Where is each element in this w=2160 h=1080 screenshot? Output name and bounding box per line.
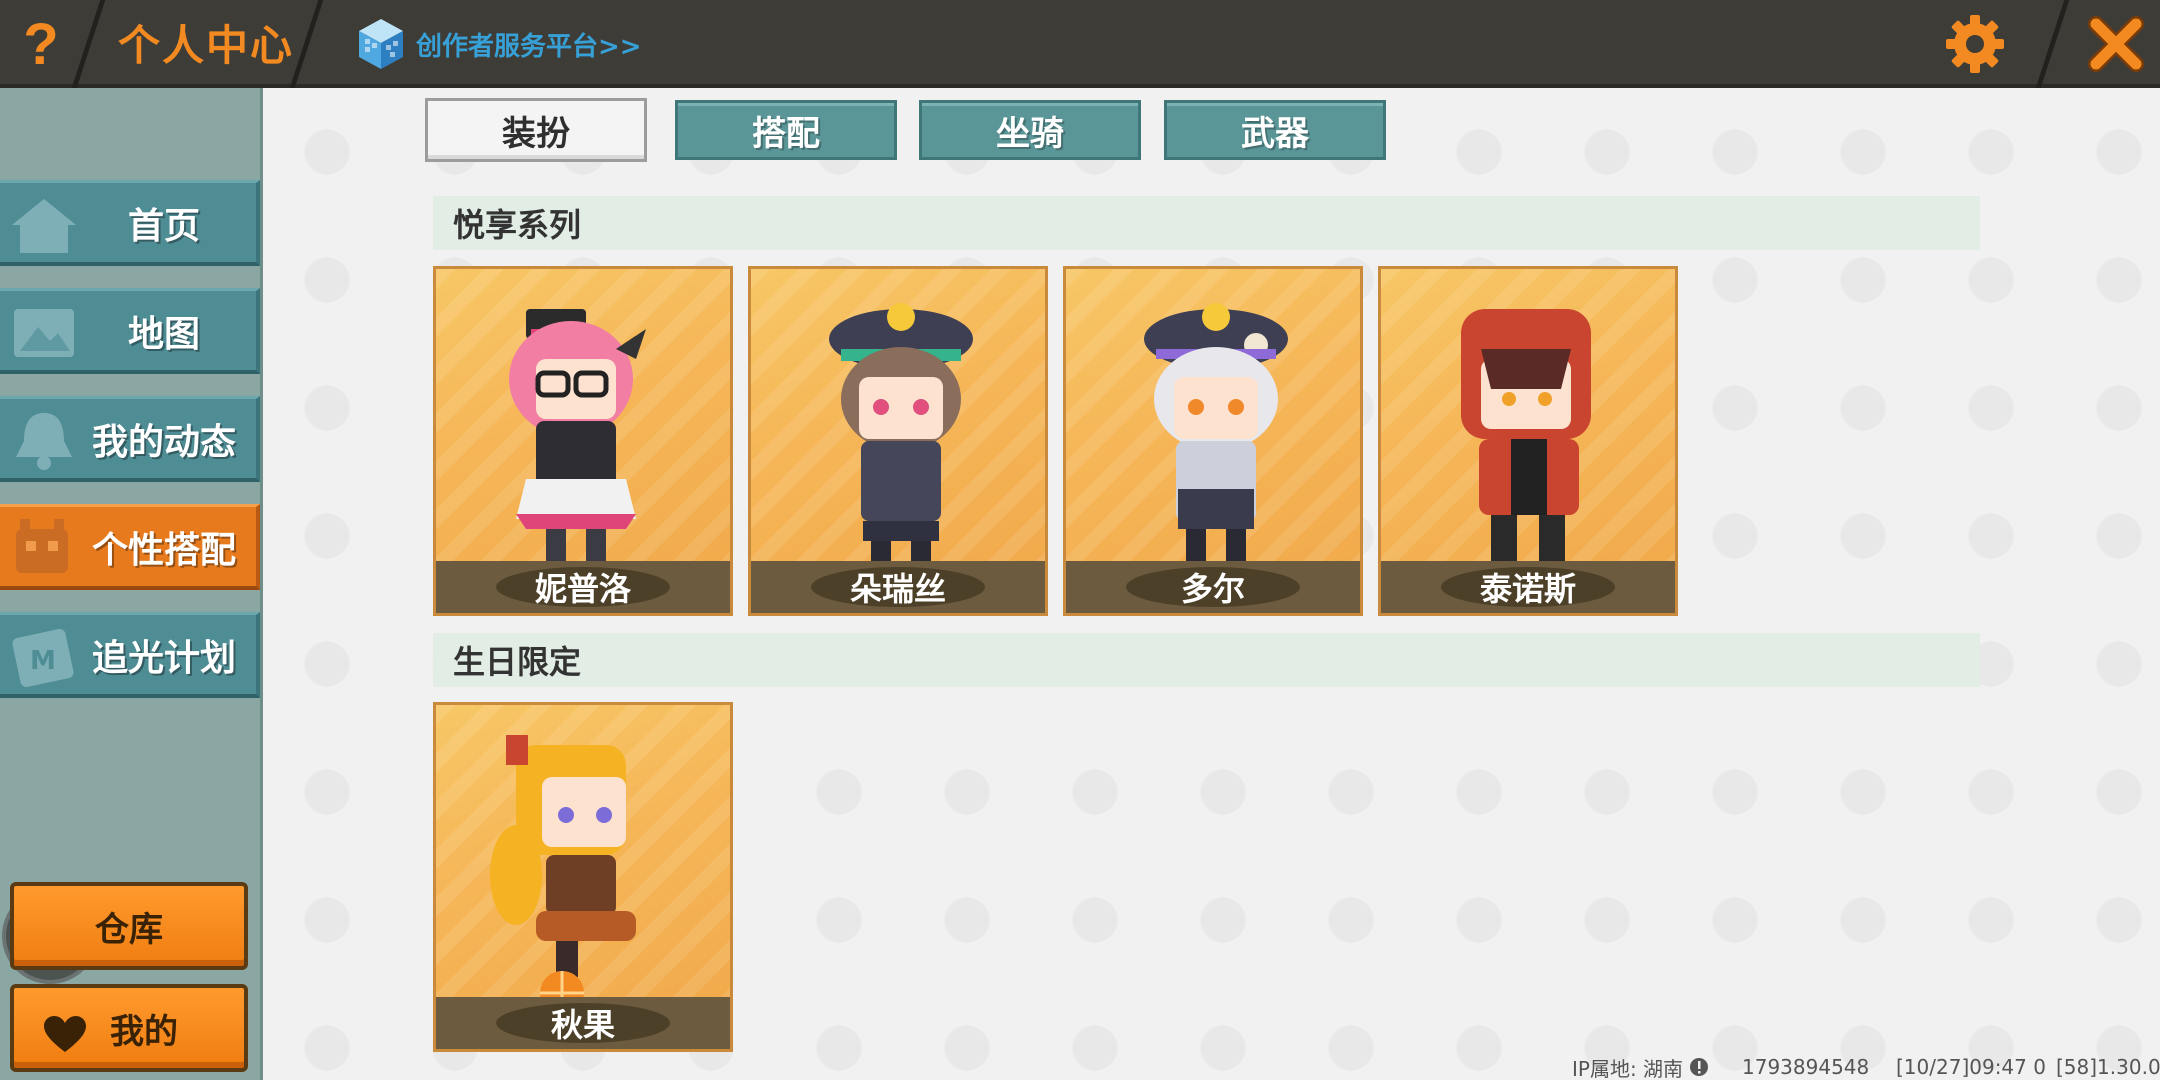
sidebar-item-feed[interactable]: 我的动态: [0, 396, 260, 482]
character-portrait: [1144, 303, 1288, 573]
svg-text:M: M: [30, 646, 56, 676]
character-portrait: [829, 303, 973, 575]
card-name: 秋果: [436, 997, 730, 1049]
close-icon: [2088, 16, 2144, 72]
sidebar: 首页 地图 我的动态 个性搭配 M 追光计划 仓库 我的: [0, 88, 263, 1080]
section-header: 悦享系列: [433, 196, 1980, 250]
plan-icon: M: [12, 629, 74, 687]
character-icon: [16, 519, 68, 573]
page-title: 个人中心: [118, 20, 295, 70]
cube-icon: [359, 19, 403, 69]
bell-icon: [16, 413, 72, 470]
creator-platform-link[interactable]: 创作者服务平台>>: [356, 14, 642, 74]
sidebar-item-label: 追光计划: [91, 638, 236, 679]
main-content: 装扮 搭配 坐骑 武器 悦享系列 妮普洛 朵瑞丝 多尔 泰诺斯 生日限定 秋果: [263, 88, 2160, 1080]
heart-icon: [44, 1016, 86, 1052]
close-button[interactable]: [2072, 0, 2160, 88]
house-icon: [12, 199, 76, 253]
sidebar-item-home[interactable]: 首页: [0, 180, 260, 266]
skin-card[interactable]: 秋果: [433, 702, 733, 1052]
sidebar-item-plan[interactable]: M 追光计划: [0, 612, 260, 698]
ip-location: IP属地: 湖南: [1572, 1054, 1709, 1080]
sidebar-item-label: 首页: [127, 206, 200, 247]
help-icon: ?: [23, 11, 59, 77]
gear-icon: [1946, 15, 2004, 73]
warehouse-button[interactable]: 仓库: [10, 882, 248, 970]
sidebar-item-label: 个性搭配: [91, 530, 236, 571]
character-portrait: [509, 309, 646, 569]
skin-card[interactable]: 多尔: [1063, 266, 1363, 616]
section-header: 生日限定: [433, 633, 1980, 687]
top-bar: ? 个人中心 创作者服务平台>>: [0, 0, 2160, 88]
help-button[interactable]: ?: [0, 0, 82, 88]
tab-costume[interactable]: 装扮: [425, 98, 647, 162]
tab-weapon[interactable]: 武器: [1164, 100, 1386, 160]
divider: [82, 0, 96, 88]
user-id: 1793894548: [1742, 1055, 1870, 1079]
map-icon: [14, 309, 74, 357]
info-icon[interactable]: [1689, 1057, 1709, 1077]
character-portrait: [490, 735, 636, 1015]
character-portrait: [1461, 309, 1591, 565]
warehouse-label: 仓库: [95, 909, 163, 950]
sidebar-item-outfit[interactable]: 个性搭配: [0, 504, 260, 590]
sidebar-item-label: 我的动态: [91, 422, 236, 463]
card-name: 多尔: [1066, 561, 1360, 613]
settings-button[interactable]: [1940, 10, 2010, 78]
tab-mount[interactable]: 坐骑: [919, 100, 1141, 160]
version-label: [58]1.30.0: [2056, 1055, 2160, 1079]
creator-platform-label: 创作者服务平台>>: [416, 31, 642, 62]
skin-card[interactable]: 妮普洛: [433, 266, 733, 616]
skin-card[interactable]: 朵瑞丝: [748, 266, 1048, 616]
build-timestamp: [10/27]09:47 0: [1896, 1055, 2046, 1079]
divider: [2046, 0, 2060, 88]
divider: [300, 0, 314, 88]
skin-card[interactable]: 泰诺斯: [1378, 266, 1678, 616]
card-name: 妮普洛: [436, 561, 730, 613]
card-name: 泰诺斯: [1381, 561, 1675, 613]
mine-label: 我的: [110, 1011, 178, 1052]
tab-outfit-set[interactable]: 搭配: [675, 100, 897, 160]
sidebar-item-map[interactable]: 地图: [0, 288, 260, 374]
card-name: 朵瑞丝: [751, 561, 1045, 613]
sidebar-item-label: 地图: [127, 314, 200, 355]
mine-button[interactable]: 我的: [10, 984, 248, 1072]
